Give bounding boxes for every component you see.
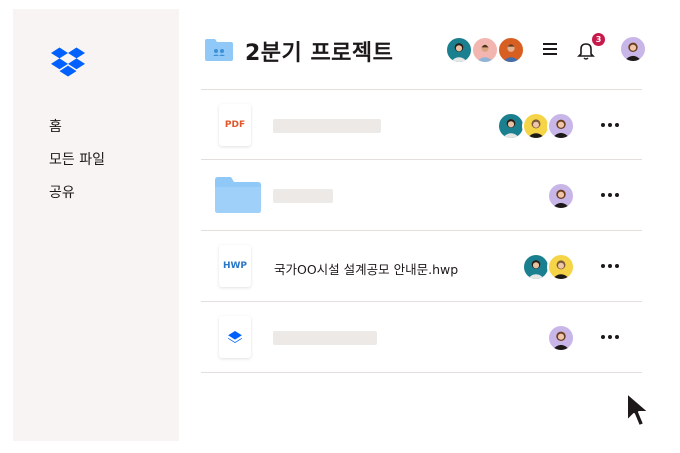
avatar[interactable] xyxy=(445,36,473,64)
file-name-placeholder xyxy=(273,189,333,203)
file-name-placeholder xyxy=(273,331,377,345)
avatar[interactable] xyxy=(522,253,550,281)
row-members[interactable] xyxy=(497,112,577,142)
hwp-file-icon: HWP xyxy=(219,245,251,287)
file-row[interactable] xyxy=(201,160,642,231)
dropbox-file-icon xyxy=(219,316,251,358)
more-options-icon[interactable] xyxy=(601,328,623,346)
sidebar-item-home[interactable]: 홈 xyxy=(49,119,105,152)
file-row[interactable]: HWP 국가OO시설 설계공모 안내문.hwp xyxy=(201,231,642,302)
file-name-placeholder xyxy=(273,119,381,133)
sidebar-item-all-files[interactable]: 모든 파일 xyxy=(49,152,105,185)
avatar[interactable] xyxy=(547,182,575,210)
row-members[interactable] xyxy=(547,324,577,354)
mouse-cursor-icon xyxy=(626,392,650,427)
file-list: PDF HWP 국가OO시설 설계공모 안내문.hwp xyxy=(201,89,642,373)
sidebar-item-shared[interactable]: 공유 xyxy=(49,185,105,218)
avatar[interactable] xyxy=(547,253,575,281)
folder-icon xyxy=(215,177,261,213)
dropbox-icon xyxy=(228,331,242,343)
avatar[interactable] xyxy=(547,324,575,352)
dropbox-logo-icon[interactable] xyxy=(51,47,85,77)
page-title: 2분기 프로젝트 xyxy=(245,41,394,66)
main-panel: 2분기 프로젝트 3 PDF HWP 국가OO시설 설계공모 안내문.hwp xyxy=(179,9,667,441)
user-avatar[interactable] xyxy=(619,35,647,63)
avatar[interactable] xyxy=(471,36,499,64)
file-row[interactable]: PDF xyxy=(201,89,642,160)
avatar[interactable] xyxy=(547,112,575,140)
avatar[interactable] xyxy=(497,112,525,140)
row-members[interactable] xyxy=(547,182,577,212)
file-row[interactable] xyxy=(201,302,642,373)
more-options-icon[interactable] xyxy=(601,116,623,134)
shared-members[interactable] xyxy=(445,36,531,66)
menu-icon[interactable] xyxy=(543,43,557,55)
sidebar: 홈 모든 파일 공유 xyxy=(13,9,179,441)
shared-folder-icon xyxy=(205,39,233,61)
pdf-file-icon: PDF xyxy=(219,104,251,146)
file-name[interactable]: 국가OO시설 설계공모 안내문.hwp xyxy=(274,259,458,278)
more-options-icon[interactable] xyxy=(601,186,623,204)
row-members[interactable] xyxy=(522,253,578,283)
header: 2분기 프로젝트 3 xyxy=(201,33,647,73)
notification-badge: 3 xyxy=(592,33,605,46)
avatar[interactable] xyxy=(497,36,525,64)
more-options-icon[interactable] xyxy=(601,257,623,275)
avatar[interactable] xyxy=(522,112,550,140)
sidebar-nav: 홈 모든 파일 공유 xyxy=(49,119,105,218)
